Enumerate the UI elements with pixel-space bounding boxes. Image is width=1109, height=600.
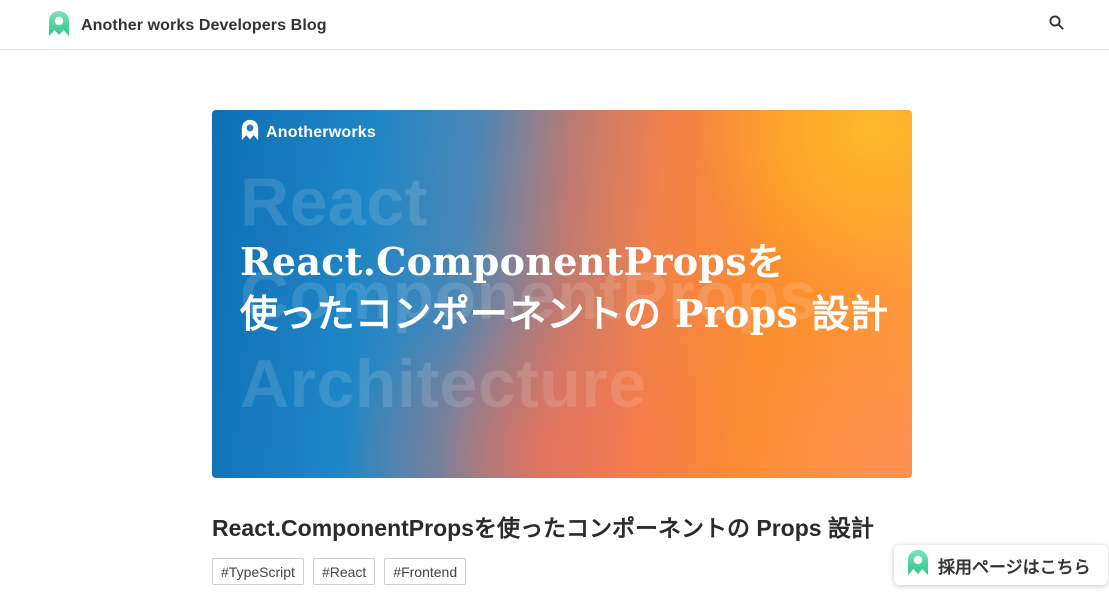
hero-brand: Anotherworks xyxy=(240,119,376,146)
search-button[interactable] xyxy=(1046,15,1066,35)
tag-typescript[interactable]: #TypeScript xyxy=(212,558,304,585)
recruit-page-button[interactable]: 採用ページはこちら xyxy=(894,545,1108,585)
hero-title-line: React.ComponentPropsを xyxy=(240,239,786,284)
anotherworks-logo-icon xyxy=(47,10,71,42)
anotherworks-logo-icon xyxy=(906,549,930,581)
search-icon xyxy=(1048,15,1064,35)
site-header: Another works Developers Blog xyxy=(0,0,1109,50)
hero-eyecatch-image: Anotherworks React ComponentProps Archit… xyxy=(212,110,912,478)
hero-background-word: React xyxy=(240,164,428,240)
article-title: React.ComponentPropsを使ったコンポーネントの Props 設… xyxy=(212,515,874,541)
hero-title-line: 使ったコンポーネントの Props 設計 xyxy=(240,291,889,337)
hero-title: React.ComponentPropsを 使ったコンポーネントの Props … xyxy=(240,236,888,341)
anotherworks-logo-icon xyxy=(240,119,260,146)
recruit-button-label: 採用ページはこちら xyxy=(938,557,1091,577)
tag-react[interactable]: #React xyxy=(312,558,376,585)
site-title: Another works Developers Blog xyxy=(81,16,327,34)
tag-frontend[interactable]: #Frontend xyxy=(384,558,467,585)
hero-brand-text: Anotherworks xyxy=(266,123,376,141)
site-brand-link[interactable]: Another works Developers Blog xyxy=(47,10,327,42)
tag-list: #TypeScript #React #Frontend xyxy=(212,558,467,585)
hero-background-word: Architecture xyxy=(240,346,647,422)
